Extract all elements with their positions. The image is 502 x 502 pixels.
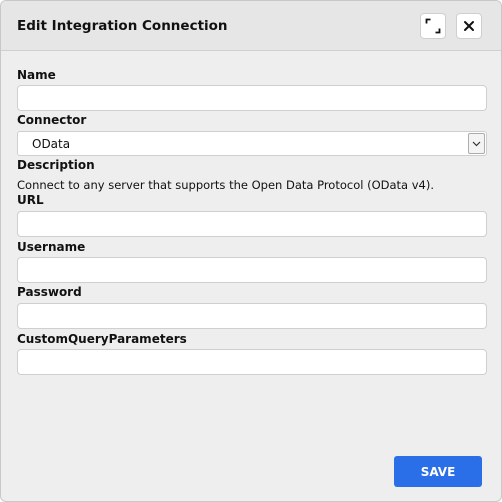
- description-label: Description: [17, 158, 95, 172]
- dialog-title: Edit Integration Connection: [17, 18, 228, 34]
- expand-button[interactable]: [420, 13, 446, 39]
- username-input[interactable]: [17, 257, 487, 283]
- close-button[interactable]: [456, 13, 482, 39]
- name-input[interactable]: [17, 85, 487, 111]
- url-label: URL: [17, 193, 44, 207]
- dialog-header: Edit Integration Connection: [1, 1, 501, 51]
- username-label: Username: [17, 240, 86, 254]
- connector-select[interactable]: OData: [17, 131, 487, 156]
- url-input[interactable]: [17, 211, 487, 237]
- password-label: Password: [17, 285, 82, 299]
- name-label: Name: [17, 68, 56, 82]
- custom-query-parameters-label: CustomQueryParameters: [17, 332, 187, 346]
- edit-connection-dialog: Edit Integration Connection Name Connect…: [0, 0, 502, 502]
- custom-query-parameters-input[interactable]: [17, 349, 487, 375]
- password-input[interactable]: [17, 303, 487, 329]
- dropdown-arrow[interactable]: [468, 133, 485, 154]
- save-button[interactable]: SAVE: [394, 456, 482, 487]
- close-icon: [464, 21, 474, 31]
- description-text: Connect to any server that supports the …: [17, 178, 434, 192]
- chevron-down-icon: [472, 141, 481, 146]
- connector-label: Connector: [17, 113, 87, 127]
- expand-icon: [425, 18, 441, 34]
- connector-selected-value: OData: [32, 137, 71, 151]
